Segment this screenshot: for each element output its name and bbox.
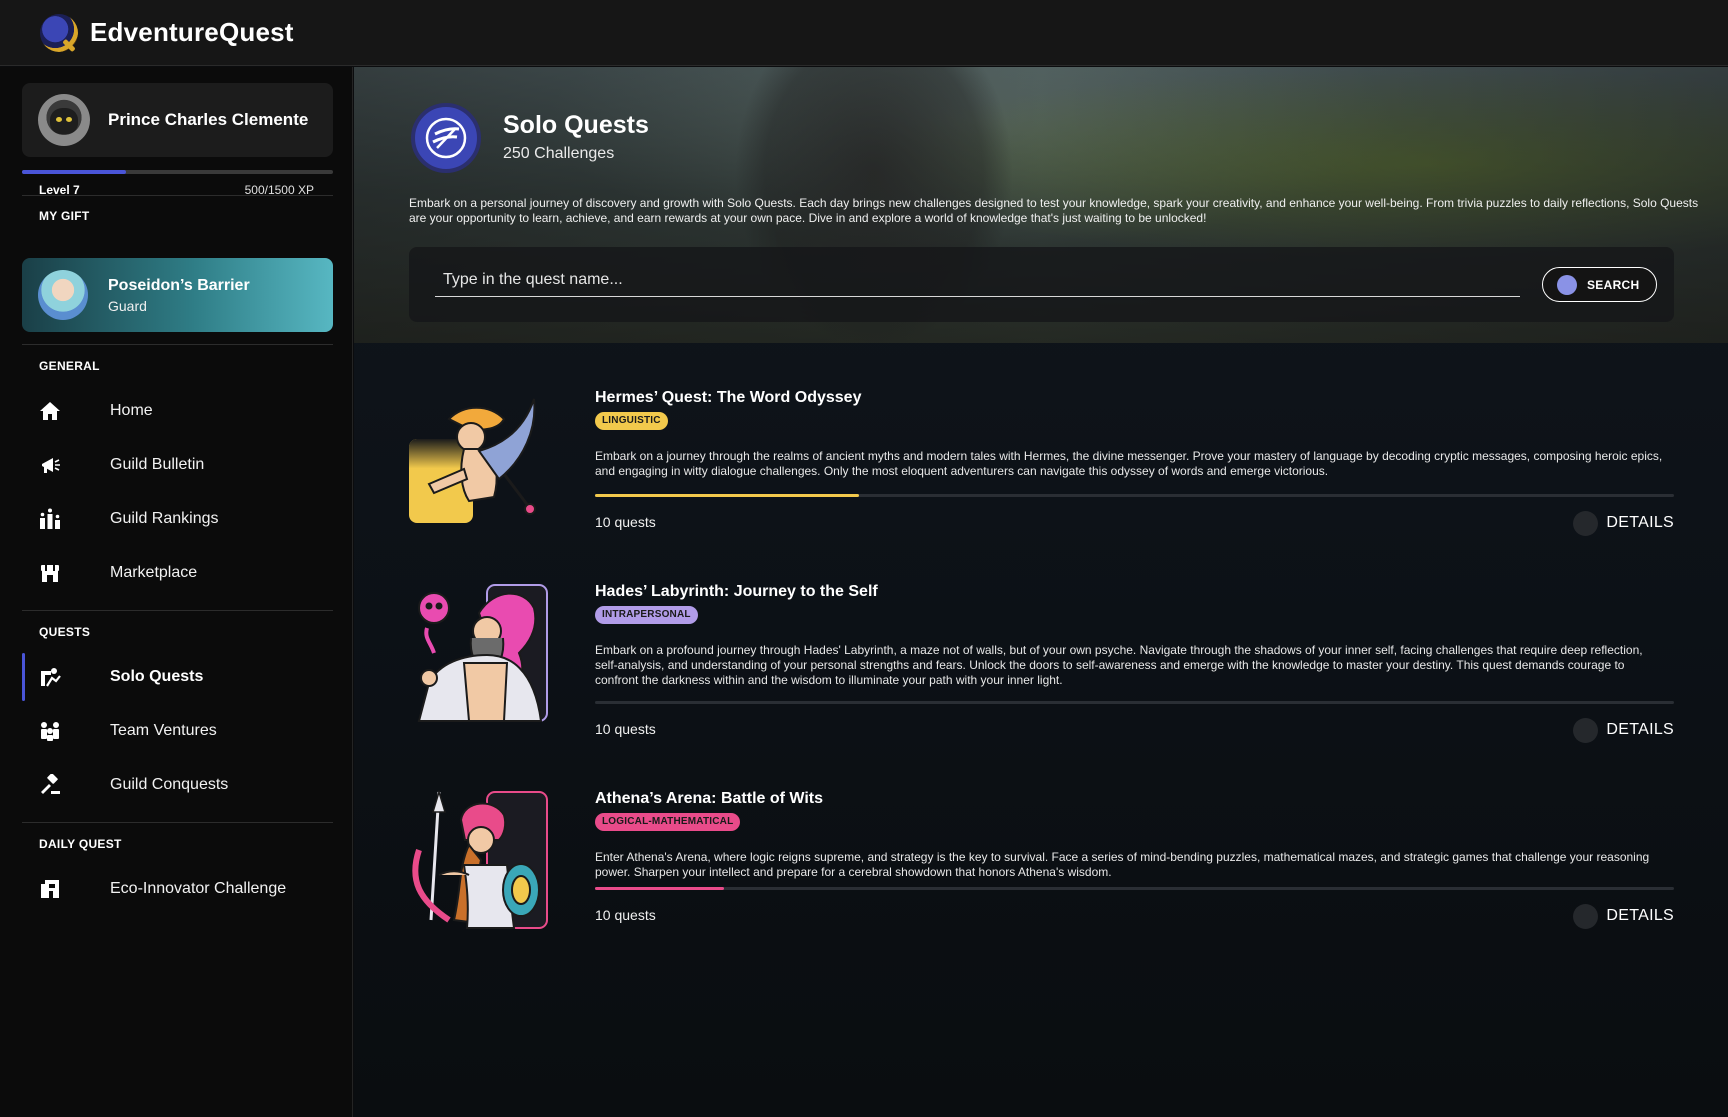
- sidebar-item-label: Marketplace: [110, 564, 198, 581]
- sidebar-item-label: Eco-Innovator Challenge: [110, 880, 287, 897]
- section-label-general: GENERAL: [39, 359, 100, 373]
- sidebar-item-guild-bulletin[interactable]: Guild Bulletin: [22, 441, 333, 489]
- sidebar-item-guild-rankings[interactable]: Guild Rankings: [22, 495, 333, 543]
- xp-progress-bar: [22, 170, 333, 174]
- quest-progress-bar: [595, 701, 1674, 704]
- divider: [22, 195, 333, 196]
- divider: [22, 822, 333, 823]
- details-circle-icon: [1573, 903, 1599, 929]
- quest-description: Embark on a journey through the realms o…: [595, 449, 1663, 478]
- eco-challenge-icon: [38, 877, 62, 901]
- cat-avatar-icon: [50, 108, 78, 134]
- sidebar-item-guild-conquests[interactable]: Guild Conquests: [22, 761, 333, 809]
- quest-progress-fill: [595, 494, 860, 497]
- store-icon: [38, 561, 62, 585]
- quest-category-tag: INTRAPERSONAL: [595, 606, 698, 624]
- avatar: [38, 94, 90, 146]
- profile-card[interactable]: Prince Charles Clemente: [22, 83, 333, 157]
- quest-category-tag: LOGICAL-MATHEMATICAL: [595, 813, 741, 831]
- main-content: Solo Quests 250 Challenges Embark on a p…: [354, 67, 1728, 1117]
- section-label-my-gift: MY GIFT: [39, 209, 90, 223]
- search-button[interactable]: SEARCH: [1542, 267, 1657, 302]
- details-button-label: DETAILS: [1606, 514, 1674, 531]
- quest-progress-bar: [595, 887, 1674, 890]
- quest-progress-fill: [595, 887, 725, 890]
- quest-description: Embark on a profound journey through Had…: [595, 643, 1643, 687]
- details-circle-icon: [1573, 717, 1599, 743]
- sidebar-item-solo-quests[interactable]: Solo Quests: [22, 653, 333, 701]
- gift-card[interactable]: Poseidon’s Barrier Guard: [22, 258, 333, 332]
- details-button-label: DETAILS: [1606, 907, 1674, 924]
- home-icon: [38, 399, 62, 423]
- quest-count: 10 quests: [595, 907, 656, 923]
- quest-progress-bar: [595, 494, 1674, 497]
- sidebar-item-label: Solo Quests: [110, 668, 204, 685]
- logo-icon[interactable]: [40, 13, 78, 52]
- hades-illustration: [409, 583, 549, 723]
- search-dot-icon: [1557, 274, 1577, 295]
- megaphone-icon: [38, 453, 62, 477]
- quest-description: Enter Athena's Arena, where logic reigns…: [595, 850, 1650, 879]
- section-label-quests: QUESTS: [39, 625, 91, 639]
- sidebar-item-label: Guild Conquests: [110, 776, 229, 793]
- team-icon: [38, 719, 62, 743]
- sidebar-item-label: Guild Rankings: [110, 510, 219, 527]
- search-button-label: SEARCH: [1587, 277, 1640, 292]
- xp-progress-fill: [22, 170, 126, 174]
- sidebar-item-label: Guild Bulletin: [110, 456, 205, 473]
- hero-description: Embark on a personal journey of discover…: [409, 196, 1699, 225]
- gift-subtitle: Guard: [108, 297, 147, 314]
- details-button[interactable]: DETAILS: [1573, 510, 1674, 536]
- quest-count: 10 quests: [595, 514, 656, 530]
- solo-quest-icon: [38, 665, 62, 689]
- details-button[interactable]: DETAILS: [1573, 717, 1674, 743]
- divider: [22, 610, 333, 611]
- gavel-icon: [38, 773, 62, 797]
- sidebar-item-home[interactable]: Home: [22, 387, 333, 435]
- page-title: Solo Quests: [503, 111, 649, 139]
- details-circle-icon: [1573, 510, 1599, 536]
- sidebar-item-marketplace[interactable]: Marketplace: [22, 549, 333, 597]
- sidebar-item-eco-innovator-challenge[interactable]: Eco-Innovator Challenge: [22, 865, 333, 913]
- details-button[interactable]: DETAILS: [1573, 903, 1674, 929]
- profile-name: Prince Charles Clemente: [108, 110, 309, 129]
- brand-name[interactable]: EdventureQuest: [90, 17, 294, 48]
- section-label-daily-quest: DAILY QUEST: [39, 837, 122, 851]
- rankings-icon: [38, 507, 62, 531]
- sidebar-item-team-ventures[interactable]: Team Ventures: [22, 707, 333, 755]
- solo-quests-emblem-icon: [411, 103, 481, 173]
- sidebar: Prince Charles Clemente Level 7 500/1500…: [0, 67, 353, 1117]
- quest-title[interactable]: Athena’s Arena: Battle of Wits: [595, 790, 823, 808]
- quest-count: 10 quests: [595, 721, 656, 737]
- hero-banner: Solo Quests 250 Challenges Embark on a p…: [354, 67, 1728, 343]
- sidebar-item-label: Home: [110, 402, 153, 419]
- poseidon-avatar-icon: [38, 270, 88, 320]
- challenge-count: 250 Challenges: [503, 145, 615, 162]
- athena-illustration: [409, 789, 549, 930]
- gift-title: Poseidon’s Barrier: [108, 276, 250, 294]
- top-bar: EdventureQuest: [0, 0, 1728, 66]
- quest-category-tag: LINGUISTIC: [595, 412, 668, 430]
- sidebar-item-label: Team Ventures: [110, 722, 217, 739]
- details-button-label: DETAILS: [1606, 721, 1674, 738]
- quest-title[interactable]: Hades’ Labyrinth: Journey to the Self: [595, 583, 878, 601]
- quest-title[interactable]: Hermes’ Quest: The Word Odyssey: [595, 389, 861, 407]
- hermes-illustration: [409, 389, 549, 529]
- search-input[interactable]: [435, 263, 1520, 297]
- active-indicator: [22, 653, 25, 701]
- divider: [22, 344, 333, 345]
- search-panel: SEARCH: [409, 247, 1674, 322]
